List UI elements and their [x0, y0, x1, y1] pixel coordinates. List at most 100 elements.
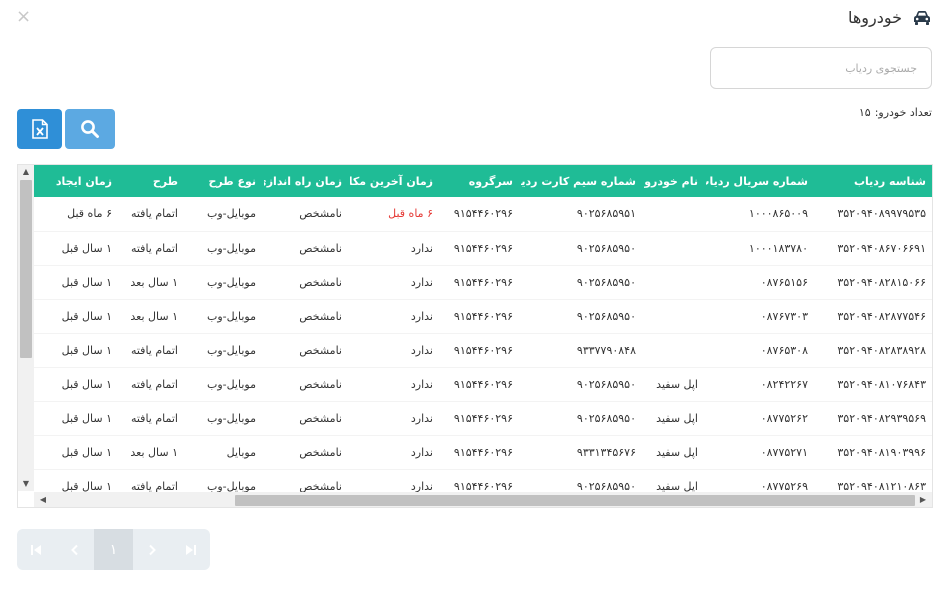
trackers-grid: شناسه ردیاب شماره سریال ردیاب نام خودرو شما… [17, 164, 933, 508]
table-cell: ندارد [350, 367, 441, 402]
table-cell: ۹۱۵۴۴۶۰۲۹۶ [441, 333, 521, 368]
scroll-right-arrow-icon[interactable]: ▶ [916, 492, 930, 507]
table-body: ۳۵۲۰۹۴۰۸۹۹۷۹۵۳۵ ۱۰۰۰۸۶۵۰۰۹ ۹۰۲۵۶۸۵۹۵۱ ۹۱۵۴۴… [34, 197, 932, 504]
table-row[interactable]: ۳۵۲۰۹۴۰۸۶۷۰۶۶۹۱ ۱۰۰۰۱۸۳۷۸۰ ۹۰۲۵۶۸۵۹۵۰ ۹۱۵۴۴… [34, 231, 932, 266]
table-row[interactable]: ۳۵۲۰۹۴۰۸۲۸۱۵۰۶۶ ۰۸۷۶۵۱۵۶ ۹۰۲۵۶۸۵۹۵۰ ۹۱۵۴۴۶۰… [34, 265, 932, 300]
vertical-scroll-thumb[interactable] [20, 180, 32, 358]
table-row[interactable]: ۳۵۲۰۹۴۰۸۲۸۳۸۹۲۸ ۰۸۷۶۵۳۰۸ ۹۳۳۷۷۹۰۸۴۸ ۹۱۵۴۴۶۰… [34, 333, 932, 368]
table-row[interactable]: ۳۵۲۰۹۴۰۸۲۸۷۷۵۴۶ ۰۸۷۶۷۳۰۳ ۹۰۲۵۶۸۵۹۵۰ ۹۱۵۴۴۶۰… [34, 299, 932, 334]
current-page-button[interactable]: ۱ [94, 529, 133, 570]
last-page-button[interactable] [171, 529, 210, 570]
chevron-left-icon [70, 544, 78, 555]
table-cell: ۱ سال قبل [34, 231, 120, 266]
table-cell: نامشخص [264, 435, 350, 470]
table-cell [644, 299, 706, 334]
table-cell: ۹۰۲۵۶۸۵۹۵۱ [521, 197, 644, 232]
table-cell: ۳۵۲۰۹۴۰۸۲۹۳۹۵۶۹ [816, 401, 932, 436]
column-header[interactable]: زمان ایجاد [34, 165, 120, 197]
table-cell: موبایل-وب [186, 265, 264, 300]
table-cell: موبایل [186, 435, 264, 470]
column-header[interactable]: سرگروه [441, 165, 521, 197]
magnifier-icon [81, 120, 99, 138]
search-button[interactable] [65, 109, 115, 149]
table-cell: ۰۸۷۶۵۱۵۶ [706, 265, 816, 300]
scroll-up-arrow-icon[interactable]: ▲ [18, 165, 34, 179]
table-header-row: شناسه ردیاب شماره سریال ردیاب نام خودرو شما… [34, 165, 932, 197]
close-button[interactable]: × [16, 8, 31, 26]
horizontal-scroll-thumb[interactable] [235, 495, 915, 506]
page-title: خودروها [847, 8, 902, 27]
table-cell: ۳۵۲۰۹۴۰۸۲۸۱۵۰۶۶ [816, 265, 932, 300]
table-cell: ۱ سال بعد [120, 299, 186, 334]
table-cell: ۹۰۲۵۶۸۵۹۵۰ [521, 367, 644, 402]
first-page-button[interactable] [17, 529, 56, 570]
column-header[interactable]: زمان آخرین مکان [350, 165, 441, 197]
previous-page-button[interactable] [56, 529, 95, 570]
column-header[interactable]: شناسه ردیاب [816, 165, 932, 197]
table-cell: ۹۰۲۵۶۸۵۹۵۰ [521, 401, 644, 436]
table-cell: اپل سفید [644, 401, 706, 436]
table-row[interactable]: ۳۵۲۰۹۴۰۸۲۹۳۹۵۶۹ ۰۸۷۷۵۲۶۲ اپل سفید ۹۰۲۵۶۸۵۹۵… [34, 401, 932, 436]
table-cell [644, 197, 706, 232]
table-cell: اتمام یافته [120, 231, 186, 266]
table-cell: ۶ ماه قبل [350, 197, 441, 232]
table-cell: ۹۰۲۵۶۸۵۹۵۰ [521, 299, 644, 334]
table-cell: ندارد [350, 333, 441, 368]
table-cell: نامشخص [264, 197, 350, 232]
table-cell: اپل سفید [644, 435, 706, 470]
chevron-right-icon [149, 544, 156, 555]
table-cell: ۹۳۳۱۳۴۵۶۷۶ [521, 435, 644, 470]
table-cell: ۹۱۵۴۴۶۰۲۹۶ [441, 197, 521, 232]
table-cell: ۹۱۵۴۴۶۰۲۹۶ [441, 367, 521, 402]
table-cell: ندارد [350, 435, 441, 470]
table-row[interactable]: ۳۵۲۰۹۴۰۸۱۰۷۶۸۴۳ ۰۸۲۴۲۲۶۷ اپل سفید ۹۰۲۵۶۸۵۹۵… [34, 367, 932, 402]
table-cell: ۹۰۲۵۶۸۵۹۵۰ [521, 231, 644, 266]
table-cell: ۹۱۵۴۴۶۰۲۹۶ [441, 299, 521, 334]
table-cell: ۱ سال قبل [34, 299, 120, 334]
table-cell: موبایل-وب [186, 333, 264, 368]
trackers-table: شناسه ردیاب شماره سریال ردیاب نام خودرو شما… [34, 165, 932, 504]
column-header[interactable]: نوع طرح [186, 165, 264, 197]
table-cell: اتمام یافته [120, 401, 186, 436]
scroll-left-arrow-icon[interactable]: ◀ [36, 492, 50, 507]
table-cell: ۳۵۲۰۹۴۰۸۲۸۳۸۹۲۸ [816, 333, 932, 368]
last-page-icon [185, 544, 196, 555]
scroll-down-arrow-icon[interactable]: ▼ [18, 477, 34, 491]
table-cell: موبایل-وب [186, 367, 264, 402]
table-cell: نامشخص [264, 299, 350, 334]
export-excel-button[interactable] [17, 109, 62, 149]
table-row[interactable]: ۳۵۲۰۹۴۰۸۹۹۷۹۵۳۵ ۱۰۰۰۸۶۵۰۰۹ ۹۰۲۵۶۸۵۹۵۱ ۹۱۵۴۴… [34, 197, 932, 232]
table-cell: ۱ سال قبل [34, 265, 120, 300]
table-cell: ۳۵۲۰۹۴۰۸۶۷۰۶۶۹۱ [816, 231, 932, 266]
column-header[interactable]: شماره سیم کارت ردیاب [521, 165, 644, 197]
table-cell [644, 333, 706, 368]
table-cell: ۱ سال بعد [120, 265, 186, 300]
table-cell: نامشخص [264, 367, 350, 402]
table-cell: اتمام یافته [120, 367, 186, 402]
table-cell: ۳۵۲۰۹۴۰۸۱۹۰۳۹۹۶ [816, 435, 932, 470]
column-header[interactable]: نام خودرو [644, 165, 706, 197]
table-cell: موبایل-وب [186, 401, 264, 436]
tracker-search-input[interactable] [710, 47, 932, 89]
column-header[interactable]: طرح [120, 165, 186, 197]
table-cell: ۰۸۲۴۲۲۶۷ [706, 367, 816, 402]
first-page-icon [31, 544, 42, 555]
table-cell: ندارد [350, 231, 441, 266]
column-header[interactable]: زمان راه اندازی [264, 165, 350, 197]
table-cell: ۹۱۵۴۴۶۰۲۹۶ [441, 265, 521, 300]
column-header[interactable]: شماره سریال ردیاب [706, 165, 816, 197]
vertical-scrollbar[interactable]: ▲ ▼ [18, 165, 34, 491]
next-page-button[interactable] [133, 529, 172, 570]
vehicle-count: تعداد خودرو: ۱۵ [859, 106, 932, 119]
table-cell: نامشخص [264, 333, 350, 368]
table-cell: ۹۰۲۵۶۸۵۹۵۰ [521, 265, 644, 300]
table-cell: نامشخص [264, 401, 350, 436]
table-cell: ۶ ماه قبل [34, 197, 120, 232]
table-cell [644, 231, 706, 266]
table-cell: ۱۰۰۰۸۶۵۰۰۹ [706, 197, 816, 232]
horizontal-scrollbar[interactable]: ◀ ▶ [34, 492, 932, 507]
table-cell: ۱ سال قبل [34, 435, 120, 470]
table-cell: اتمام یافته [120, 333, 186, 368]
table-row[interactable]: ۳۵۲۰۹۴۰۸۱۹۰۳۹۹۶ ۰۸۷۷۵۲۷۱ اپل سفید ۹۳۳۱۳۴۵۶۷… [34, 435, 932, 470]
table-cell: ۱۰۰۰۱۸۳۷۸۰ [706, 231, 816, 266]
